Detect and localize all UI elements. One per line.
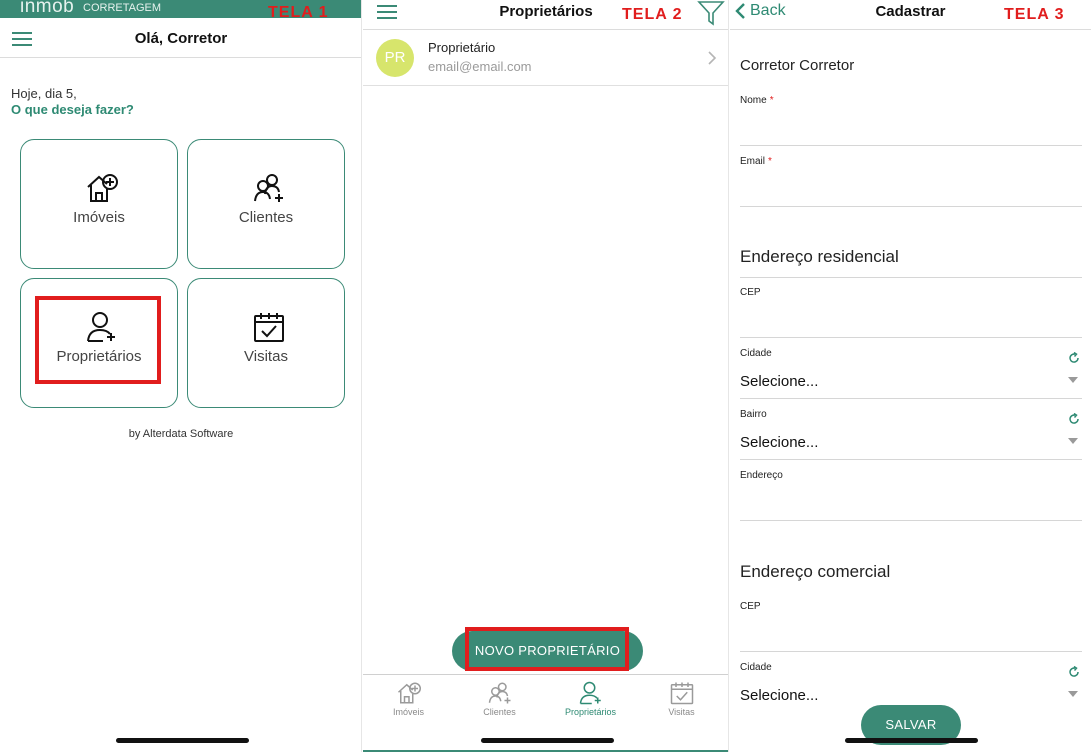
field-label: Endereço [740, 470, 783, 481]
tab-visitas[interactable]: Visitas [636, 681, 727, 717]
app-logo-subtitle: CORRETAGEM [83, 2, 162, 14]
tile-imoveis[interactable]: Imóveis [20, 139, 178, 269]
caret-down-icon [1068, 438, 1078, 444]
annotation-tela-2: TELA 2 [622, 6, 683, 23]
select-value: Selecione... [740, 687, 819, 704]
greeting-text: Hoje, dia 5, [11, 86, 77, 101]
tile-label: Visitas [244, 348, 288, 365]
field-label: Cidade [740, 662, 772, 673]
residential-section-title: Endereço residencial [740, 247, 1082, 278]
refresh-icon[interactable] [1068, 352, 1080, 364]
tab-imoveis[interactable]: Imóveis [363, 681, 454, 717]
owner-name: Proprietário [428, 40, 496, 55]
user-plus-icon [578, 681, 604, 705]
screen-home: inmob CORRETAGEM TELA 1 Olá, Corretor Ho… [0, 0, 362, 752]
commercial-cep-field[interactable]: CEP [740, 601, 1082, 652]
city-select[interactable]: Cidade Selecione... [740, 348, 1082, 399]
house-plus-icon [85, 172, 119, 204]
footer-credit: by Alterdata Software [128, 428, 234, 440]
refresh-icon[interactable] [1068, 413, 1080, 425]
avatar: PR [376, 39, 414, 77]
cep-field[interactable]: CEP [740, 287, 1082, 338]
page-title: Olá, Corretor [134, 30, 228, 47]
field-label: Nome * [740, 95, 774, 106]
annotation-tela-3: TELA 3 [1004, 6, 1065, 23]
home-indicator [845, 738, 978, 743]
highlight-box [35, 296, 161, 384]
caret-down-icon [1068, 691, 1078, 697]
select-value: Selecione... [740, 434, 819, 451]
caret-down-icon [1068, 377, 1078, 383]
tile-visitas[interactable]: Visitas [187, 278, 345, 408]
screen-owners-list: Proprietários TELA 2 PR Proprietário ema… [363, 0, 729, 752]
calendar-check-icon [669, 681, 695, 705]
highlight-box [465, 627, 629, 671]
tab-label: Clientes [483, 707, 516, 717]
tile-label: Imóveis [73, 209, 125, 226]
tile-label: Clientes [238, 209, 294, 226]
commercial-section-title: Endereço comercial [740, 562, 891, 581]
refresh-icon[interactable] [1068, 666, 1080, 678]
tab-label: Proprietários [564, 707, 617, 717]
list-item[interactable]: PR Proprietário email@email.com [363, 31, 728, 86]
app-logo: inmob [20, 0, 75, 17]
tile-clientes[interactable]: Clientes [187, 139, 345, 269]
field-label: Cidade [740, 348, 772, 359]
address-field[interactable]: Endereço [740, 470, 1082, 521]
home-header: Olá, Corretor [0, 18, 361, 58]
owner-email: email@email.com [428, 59, 532, 74]
prompt-text: O que deseja fazer? [11, 102, 134, 117]
filter-icon[interactable] [697, 0, 725, 26]
calendar-check-icon [252, 311, 286, 343]
field-label: Email * [740, 156, 772, 167]
screen-register-owner: Back Cadastrar TELA 3 Corretor Corretor … [730, 0, 1091, 752]
home-indicator [481, 738, 614, 743]
house-plus-icon [396, 681, 422, 705]
tab-label: Imóveis [392, 707, 424, 717]
chevron-right-icon [707, 50, 717, 66]
tab-clientes[interactable]: Clientes [454, 681, 545, 717]
field-label: Bairro [740, 409, 767, 420]
users-plus-icon [252, 172, 286, 204]
name-field[interactable]: Nome * [740, 95, 1082, 146]
field-label: CEP [740, 601, 761, 612]
field-label: CEP [740, 287, 761, 298]
users-plus-icon [487, 681, 513, 705]
tab-label: Visitas [668, 707, 695, 717]
tab-proprietarios[interactable]: Proprietários [545, 681, 636, 717]
home-indicator [116, 738, 249, 743]
email-field[interactable]: Email * [740, 156, 1082, 207]
owner-section-title: Corretor Corretor [740, 57, 855, 74]
select-value: Selecione... [740, 373, 819, 390]
neighborhood-select[interactable]: Bairro Selecione... [740, 409, 1082, 460]
